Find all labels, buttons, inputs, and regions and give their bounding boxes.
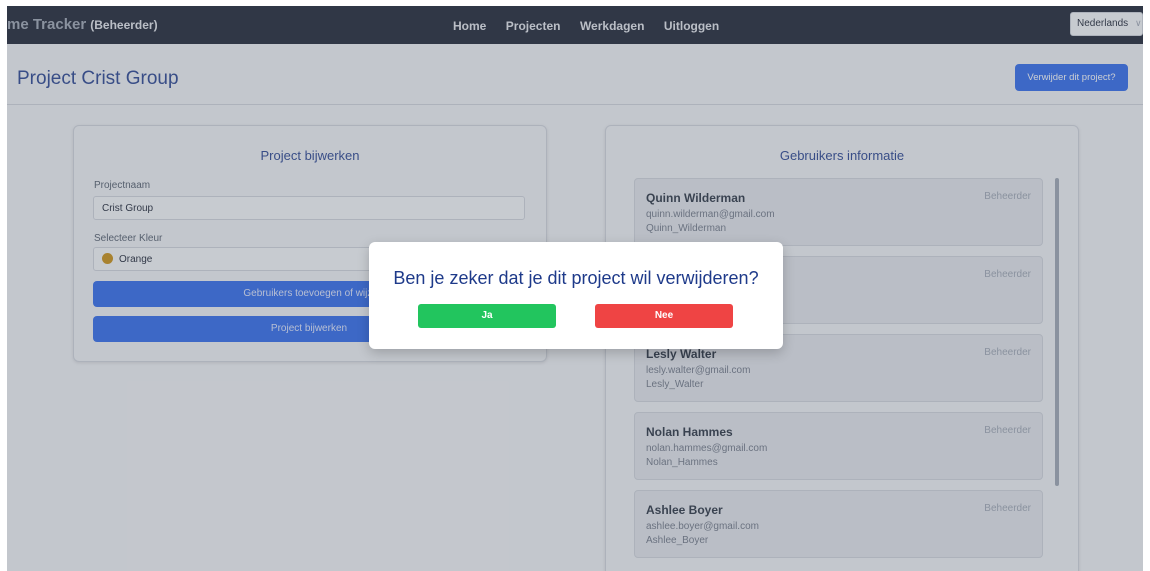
confirm-no-button[interactable]: Nee: [595, 304, 733, 328]
confirm-yes-button[interactable]: Ja: [418, 304, 556, 328]
app-window: me Tracker (Beheerder) Home Projecten Wer…: [7, 6, 1143, 571]
modal-question: Ben je zeker dat je dit project wil verw…: [393, 268, 759, 288]
delete-confirm-modal: Ben je zeker dat je dit project wil verw…: [369, 242, 783, 349]
